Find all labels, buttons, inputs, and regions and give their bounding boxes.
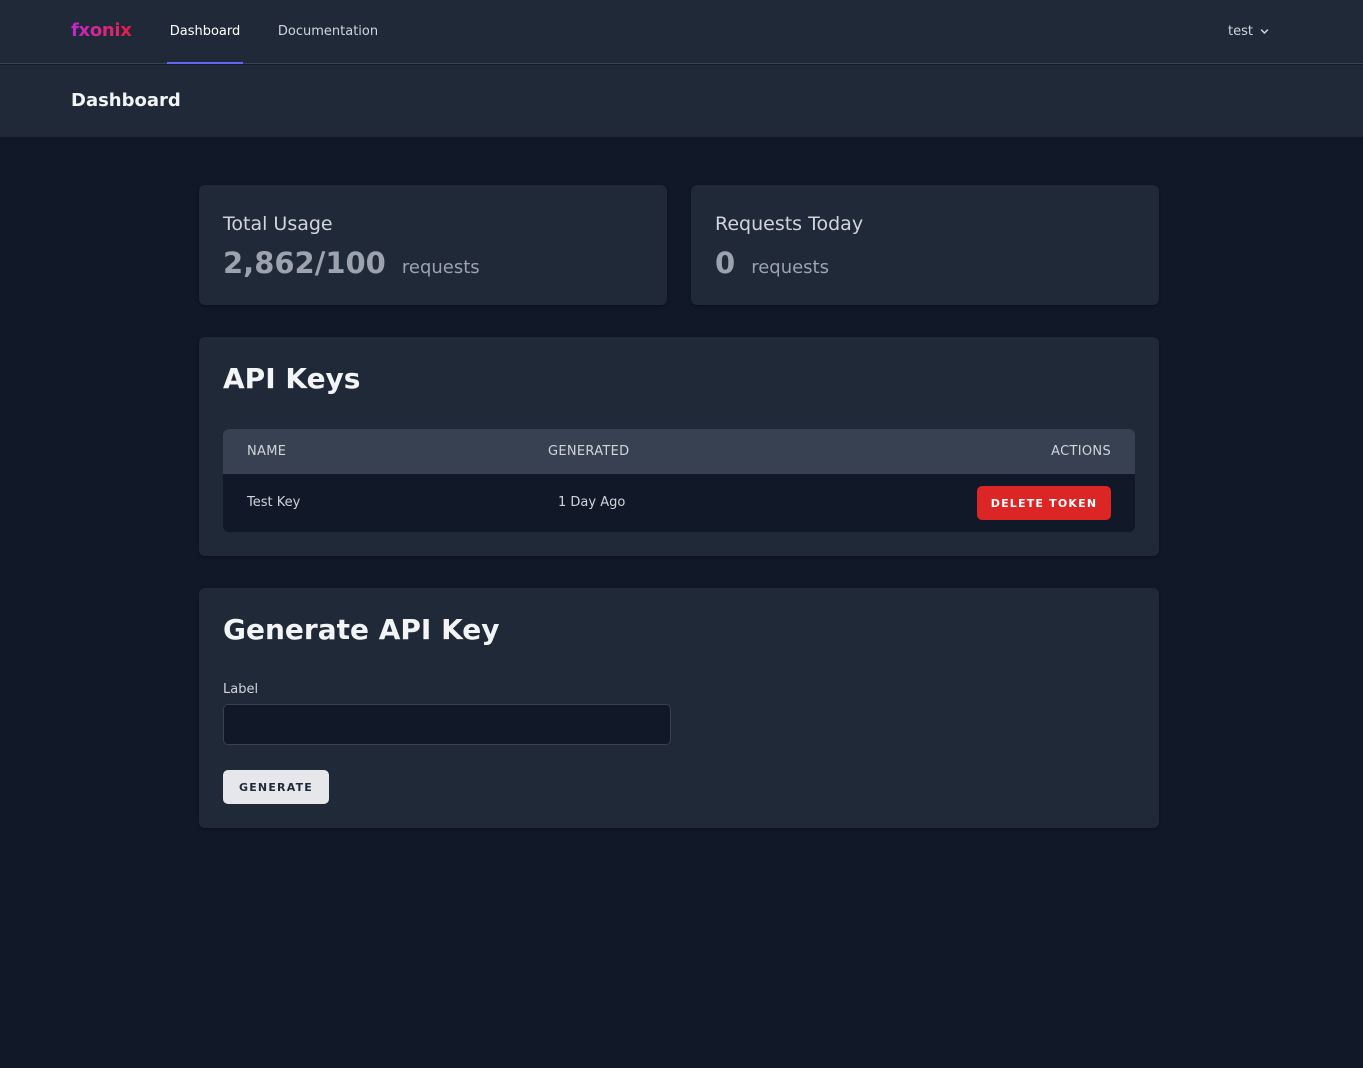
requests-today-value: 0 — [715, 246, 736, 280]
logo[interactable]: fxonix — [71, 19, 132, 43]
requests-today-unit: requests — [751, 257, 829, 278]
table-header: NAME GENERATED ACTIONS — [223, 429, 1135, 474]
api-keys-card: API Keys NAME GENERATED ACTIONS Test Key… — [199, 337, 1159, 556]
total-usage-unit: requests — [401, 257, 480, 278]
page-title: Dashboard — [71, 90, 181, 111]
requests-today-card: Requests Today 0 requests — [691, 185, 1159, 305]
nav-link-dashboard[interactable]: Dashboard — [167, 0, 243, 64]
generate-api-key-card: Generate API Key Label GENERATE — [199, 588, 1159, 828]
chevron-down-icon — [1259, 26, 1270, 37]
page-header: Dashboard — [0, 65, 1363, 137]
requests-today-title: Requests Today — [715, 213, 864, 235]
api-keys-title: API Keys — [223, 362, 361, 395]
requests-today-value-row: 0 requests — [715, 243, 829, 283]
total-usage-title: Total Usage — [223, 213, 333, 235]
label-field-label: Label — [223, 682, 259, 697]
api-keys-table: NAME GENERATED ACTIONS Test Key 1 Day Ag… — [223, 429, 1135, 532]
top-navigation: fxonix Dashboard Documentation test — [0, 0, 1363, 64]
user-name: test — [1228, 23, 1253, 39]
user-menu[interactable]: test — [1228, 20, 1270, 42]
total-usage-value: 2,862/100 — [223, 246, 386, 280]
delete-token-button[interactable]: DELETE TOKEN — [977, 486, 1111, 520]
key-generated-cell: 1 Day Ago — [558, 495, 626, 510]
column-header-actions: ACTIONS — [1051, 444, 1111, 459]
total-usage-card: Total Usage 2,862/100 requests — [199, 185, 667, 305]
column-header-name: NAME — [247, 444, 287, 459]
total-usage-value-row: 2,862/100 requests — [223, 243, 480, 283]
table-row: Test Key 1 Day Ago DELETE TOKEN — [223, 474, 1135, 532]
nav-link-documentation[interactable]: Documentation — [275, 0, 381, 64]
column-header-generated: GENERATED — [548, 444, 630, 459]
key-name-cell: Test Key — [247, 495, 301, 510]
label-input[interactable] — [223, 704, 671, 745]
generate-button[interactable]: GENERATE — [223, 770, 329, 804]
generate-api-key-title: Generate API Key — [223, 613, 500, 646]
